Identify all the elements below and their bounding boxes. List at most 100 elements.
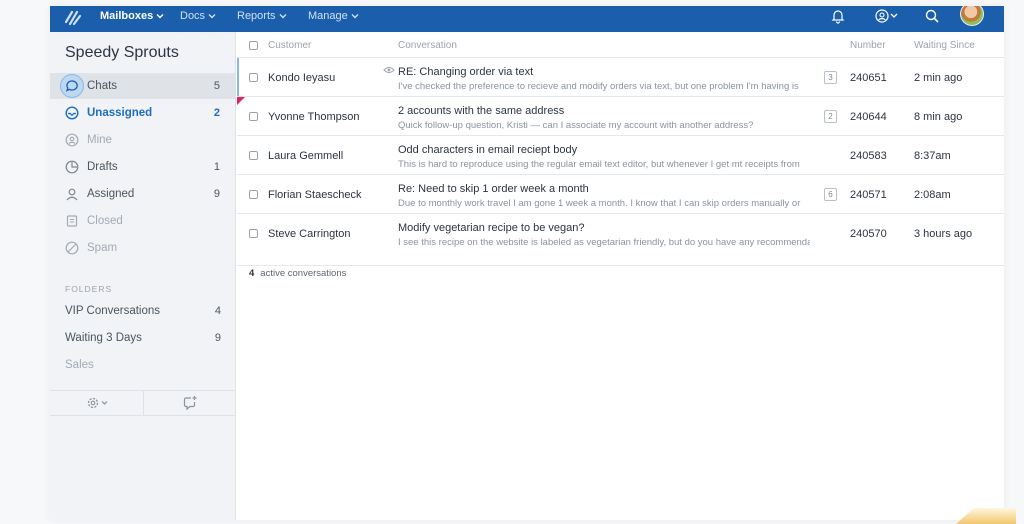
notifications-bell-icon[interactable] — [830, 8, 846, 24]
row-subject: Re: Need to skip 1 order week a month — [398, 183, 589, 195]
row-preview: I see this recipe on the website is labe… — [398, 237, 810, 248]
header-conversation[interactable]: Conversation — [398, 40, 457, 51]
row-customer: Steve Carrington — [268, 228, 351, 240]
nav-mailboxes-label: Mailboxes — [100, 10, 154, 22]
active-count-label: active conversations — [260, 268, 347, 279]
sidebar-item-drafts[interactable]: Drafts 1 — [50, 154, 236, 180]
sidebar-item-unassigned[interactable]: Unassigned 2 — [50, 100, 236, 126]
folders-heading: FOLDERS — [65, 284, 113, 294]
header-number[interactable]: Number — [850, 40, 886, 51]
row-thread-count: 3 — [824, 71, 837, 84]
row-waiting-since: 3 hours ago — [914, 228, 973, 240]
spam-icon — [65, 241, 79, 255]
sidebar-item-label: Unassigned — [87, 107, 153, 119]
row-waiting-since: 8:37am — [914, 150, 951, 162]
header-waiting-since[interactable]: Waiting Since — [914, 40, 975, 51]
sidebar-item-closed[interactable]: Closed — [50, 208, 236, 234]
header-customer[interactable]: Customer — [268, 40, 311, 51]
sidebar-item-label: Assigned — [87, 188, 135, 200]
row-checkbox[interactable] — [249, 190, 258, 199]
conversation-list: Customer Conversation Number Waiting Sin… — [237, 32, 1004, 520]
toolbar-divider — [143, 391, 144, 416]
app-logo-icon[interactable] — [64, 8, 82, 26]
sidebar-item-mine[interactable]: Mine — [50, 127, 236, 153]
nav-mailboxes[interactable]: Mailboxes — [100, 6, 164, 26]
search-icon[interactable] — [924, 8, 940, 24]
sidebar: Speedy Sprouts Chats 5 Unassigned 2 Mine… — [50, 32, 236, 520]
row-preview: I've checked the preference to recieve a… — [398, 81, 799, 92]
account-menu-icon[interactable] — [874, 8, 900, 24]
row-thread-count: 6 — [824, 188, 837, 201]
row-subject: RE: Changing order via text — [398, 66, 534, 78]
row-subject: 2 accounts with the same address — [398, 105, 565, 117]
select-all-checkbox[interactable] — [249, 41, 258, 50]
row-checkbox[interactable] — [249, 229, 258, 238]
nav-docs[interactable]: Docs — [180, 6, 216, 26]
new-conversation-icon[interactable] — [182, 395, 198, 411]
folder-vip-conversations[interactable]: VIP Conversations 4 — [65, 305, 221, 317]
table-row[interactable]: Kondo Ieyasu RE: Changing order via text… — [237, 57, 1004, 96]
nav-reports[interactable]: Reports — [237, 6, 287, 26]
row-customer: Kondo Ieyasu — [268, 72, 336, 84]
folder-sales[interactable]: Sales — [65, 359, 221, 371]
nav-manage-label: Manage — [308, 10, 348, 22]
row-number: 240583 — [850, 150, 887, 162]
row-number: 240570 — [850, 228, 887, 240]
user-avatar[interactable] — [960, 6, 984, 26]
table-row[interactable]: Steve Carrington Modify vegetarian recip… — [237, 213, 1004, 252]
nav-manage[interactable]: Manage — [308, 6, 359, 26]
table-row[interactable]: Yvonne Thompson 2 accounts with the same… — [237, 96, 1004, 135]
row-customer: Laura Gemmell — [268, 150, 344, 162]
folder-label: VIP Conversations — [65, 305, 161, 317]
row-customer: Florian Staescheck — [268, 189, 362, 201]
row-checkbox[interactable] — [249, 112, 258, 121]
row-number: 240571 — [850, 189, 887, 201]
sidebar-item-chats[interactable]: Chats 5 — [50, 73, 236, 99]
sidebar-item-label: Closed — [87, 215, 123, 227]
sidebar-item-count: 2 — [213, 107, 220, 119]
active-count-number: 4 — [249, 268, 255, 279]
priority-flag — [237, 97, 245, 105]
row-waiting-since: 2:08am — [914, 189, 951, 201]
chevron-down-icon — [279, 14, 287, 19]
top-nav-bar: Mailboxes Docs Reports Manage — [50, 6, 1004, 32]
row-preview: This is hard to reproduce using the regu… — [398, 159, 800, 170]
chat-icon — [65, 80, 78, 92]
row-customer: Yvonne Thompson — [268, 111, 360, 123]
chevron-down-icon — [351, 14, 359, 19]
row-checkbox[interactable] — [249, 73, 258, 82]
folder-label: Waiting 3 Days — [65, 332, 142, 344]
sidebar-item-spam[interactable]: Spam — [50, 235, 236, 261]
row-subject: Odd characters in email reciept body — [398, 144, 578, 156]
sidebar-item-assigned[interactable]: Assigned 9 — [50, 181, 236, 207]
draft-icon — [65, 160, 79, 174]
help-desk-app: Mailboxes Docs Reports Manage Speedy Spr… — [50, 6, 1004, 520]
active-conversations-count: 4 active conversations — [249, 268, 346, 279]
folder-label: Sales — [65, 359, 94, 371]
folder-count: 4 — [214, 305, 221, 317]
person-circle-icon — [65, 133, 79, 147]
table-row[interactable]: Laura Gemmell Odd characters in email re… — [237, 135, 1004, 174]
row-thread-count: 2 — [824, 110, 837, 123]
eye-icon — [383, 67, 395, 73]
folder-count: 9 — [214, 332, 221, 344]
row-preview: Quick follow-up question, Kristi — can I… — [398, 120, 754, 131]
row-waiting-since: 2 min ago — [914, 72, 963, 84]
sidebar-item-count: 1 — [213, 161, 220, 173]
row-checkbox[interactable] — [249, 151, 258, 160]
inbox-icon — [65, 106, 79, 120]
list-bottom-divider — [237, 265, 1004, 266]
nav-reports-label: Reports — [237, 10, 276, 22]
row-number: 240651 — [850, 72, 887, 84]
table-row[interactable]: Florian Staescheck Re: Need to skip 1 or… — [237, 174, 1004, 213]
row-preview: Due to monthly work travel I am gone 1 w… — [398, 198, 801, 209]
gear-icon[interactable] — [86, 396, 114, 410]
row-waiting-since: 8 min ago — [914, 111, 963, 123]
nav-docs-label: Docs — [180, 10, 206, 22]
row-number: 240644 — [850, 111, 887, 123]
folder-waiting-3-days[interactable]: Waiting 3 Days 9 — [65, 332, 221, 344]
chevron-down-icon — [156, 14, 164, 19]
sidebar-item-label: Spam — [87, 242, 118, 254]
sidebar-item-label: Drafts — [87, 161, 118, 173]
sidebar-item-label: Chats — [87, 80, 118, 92]
